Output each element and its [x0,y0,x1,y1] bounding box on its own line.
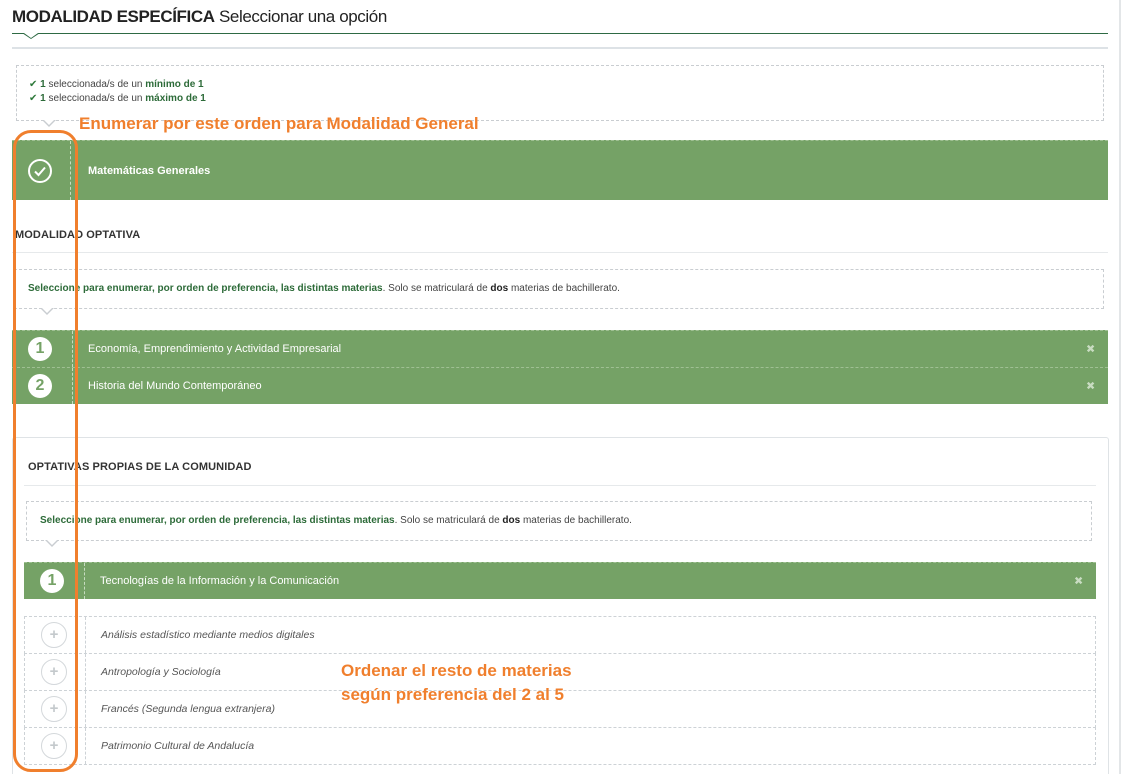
ranked-subject-row[interactable]: 1 Tecnologías de la Información y la Com… [24,562,1096,599]
check-icon: ✔ [29,79,38,90]
selected-subject-row[interactable]: Matemáticas Generales [12,140,1108,200]
subject-label: Francés (Segunda lengua extranjera) [101,703,275,715]
subject-label: Antropología y Sociología [101,666,221,678]
ranked-subject-row[interactable]: 2 Historia del Mundo Contemporáneo ✖ [12,367,1108,404]
requirement-minimum: ✔ 1 seleccionada/s de un mínimo de 1 [29,79,204,90]
scrollbar-track [1119,0,1121,774]
ranked-subject-row[interactable]: 1 Economía, Emprendimiento y Actividad E… [12,330,1108,367]
page-title-bold: MODALIDAD ESPECÍFICA [12,7,215,26]
header-divider [12,33,1108,34]
available-subject-row[interactable]: + Patrimonio Cultural de Andalucía [24,727,1096,765]
check-icon: ✔ [29,93,38,104]
subject-label: Tecnologías de la Información y la Comun… [100,575,340,587]
subject-label: Economía, Emprendimiento y Actividad Emp… [88,343,342,355]
requirement-maximum: ✔ 1 seleccionada/s de un máximo de 1 [29,93,206,104]
subject-label: Análisis estadístico mediante medios dig… [101,629,315,641]
annotation-bottom-line2: según preferencia del 2 al 5 [341,685,564,704]
page-title: MODALIDAD ESPECÍFICA Seleccionar una opc… [12,7,387,27]
ranking-hint-text: Seleccione para enumerar, por orden de p… [28,283,620,294]
subject-label: Matemáticas Generales [88,164,211,177]
remove-icon[interactable]: ✖ [1086,380,1095,393]
remove-icon[interactable]: ✖ [1086,343,1095,356]
ranking-hint-box: Seleccione para enumerar, por orden de p… [14,269,1104,315]
subject-label: Patrimonio Cultural de Andalucía [101,740,255,752]
ranking-hint-box: Seleccione para enumerar, por orden de p… [26,501,1092,547]
annotation-highlight-frame [13,130,78,772]
header-divider-secondary [12,47,1108,49]
ranking-hint-text: Seleccione para enumerar, por orden de p… [40,515,632,526]
annotation-bottom-line1: Ordenar el resto de materias [341,661,572,680]
remove-icon[interactable]: ✖ [1074,575,1083,588]
available-subject-row[interactable]: + Análisis estadístico mediante medios d… [24,616,1096,654]
page-title-rest: Seleccionar una opción [218,7,387,26]
subject-label: Historia del Mundo Contemporáneo [88,380,262,392]
annotation-bottom: Ordenar el resto de materias según prefe… [341,659,572,707]
annotation-top: Enumerar por este orden para Modalidad G… [79,114,479,133]
